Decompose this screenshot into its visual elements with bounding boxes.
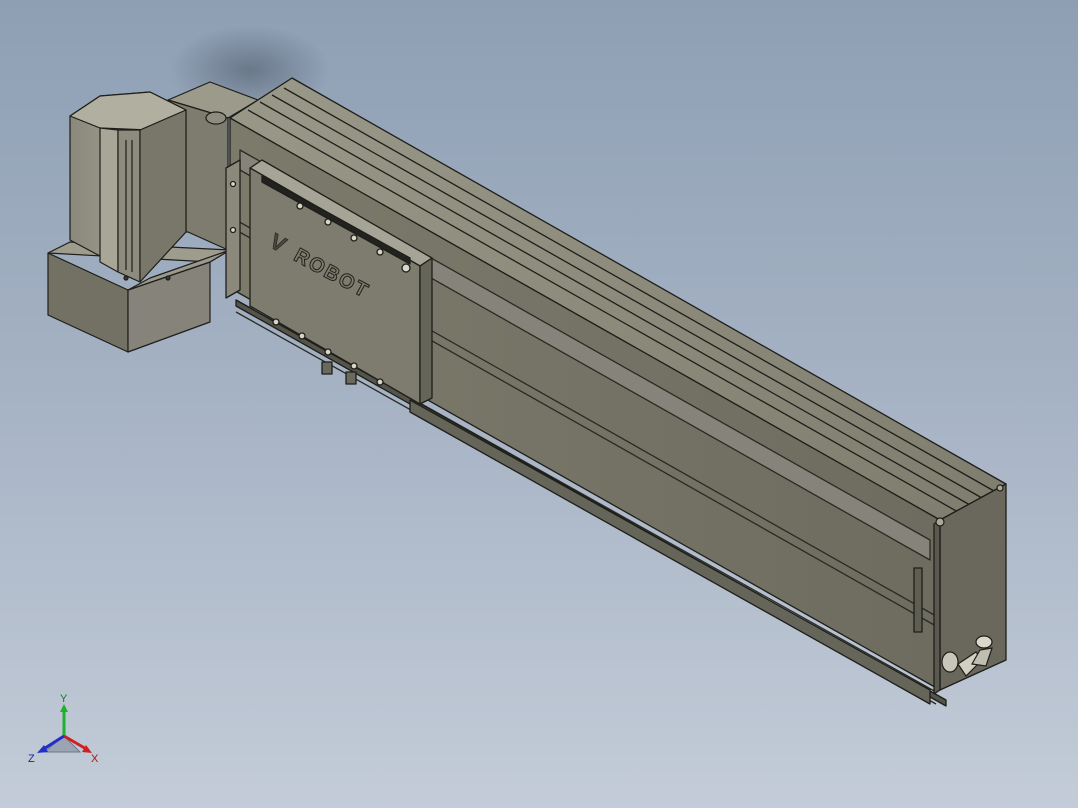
y-axis-arrow <box>60 704 68 712</box>
view-orientation-triad[interactable]: Y X Z <box>24 690 108 774</box>
z-axis-label: Z <box>28 753 35 765</box>
model-view[interactable]: V ROBOT <box>0 0 1078 808</box>
actuator-body[interactable] <box>229 77 1007 707</box>
x-axis-label: X <box>91 753 99 765</box>
y-axis-label: Y <box>60 693 68 705</box>
graphics-viewport[interactable]: V ROBOT Y X Z <box>0 0 1078 808</box>
